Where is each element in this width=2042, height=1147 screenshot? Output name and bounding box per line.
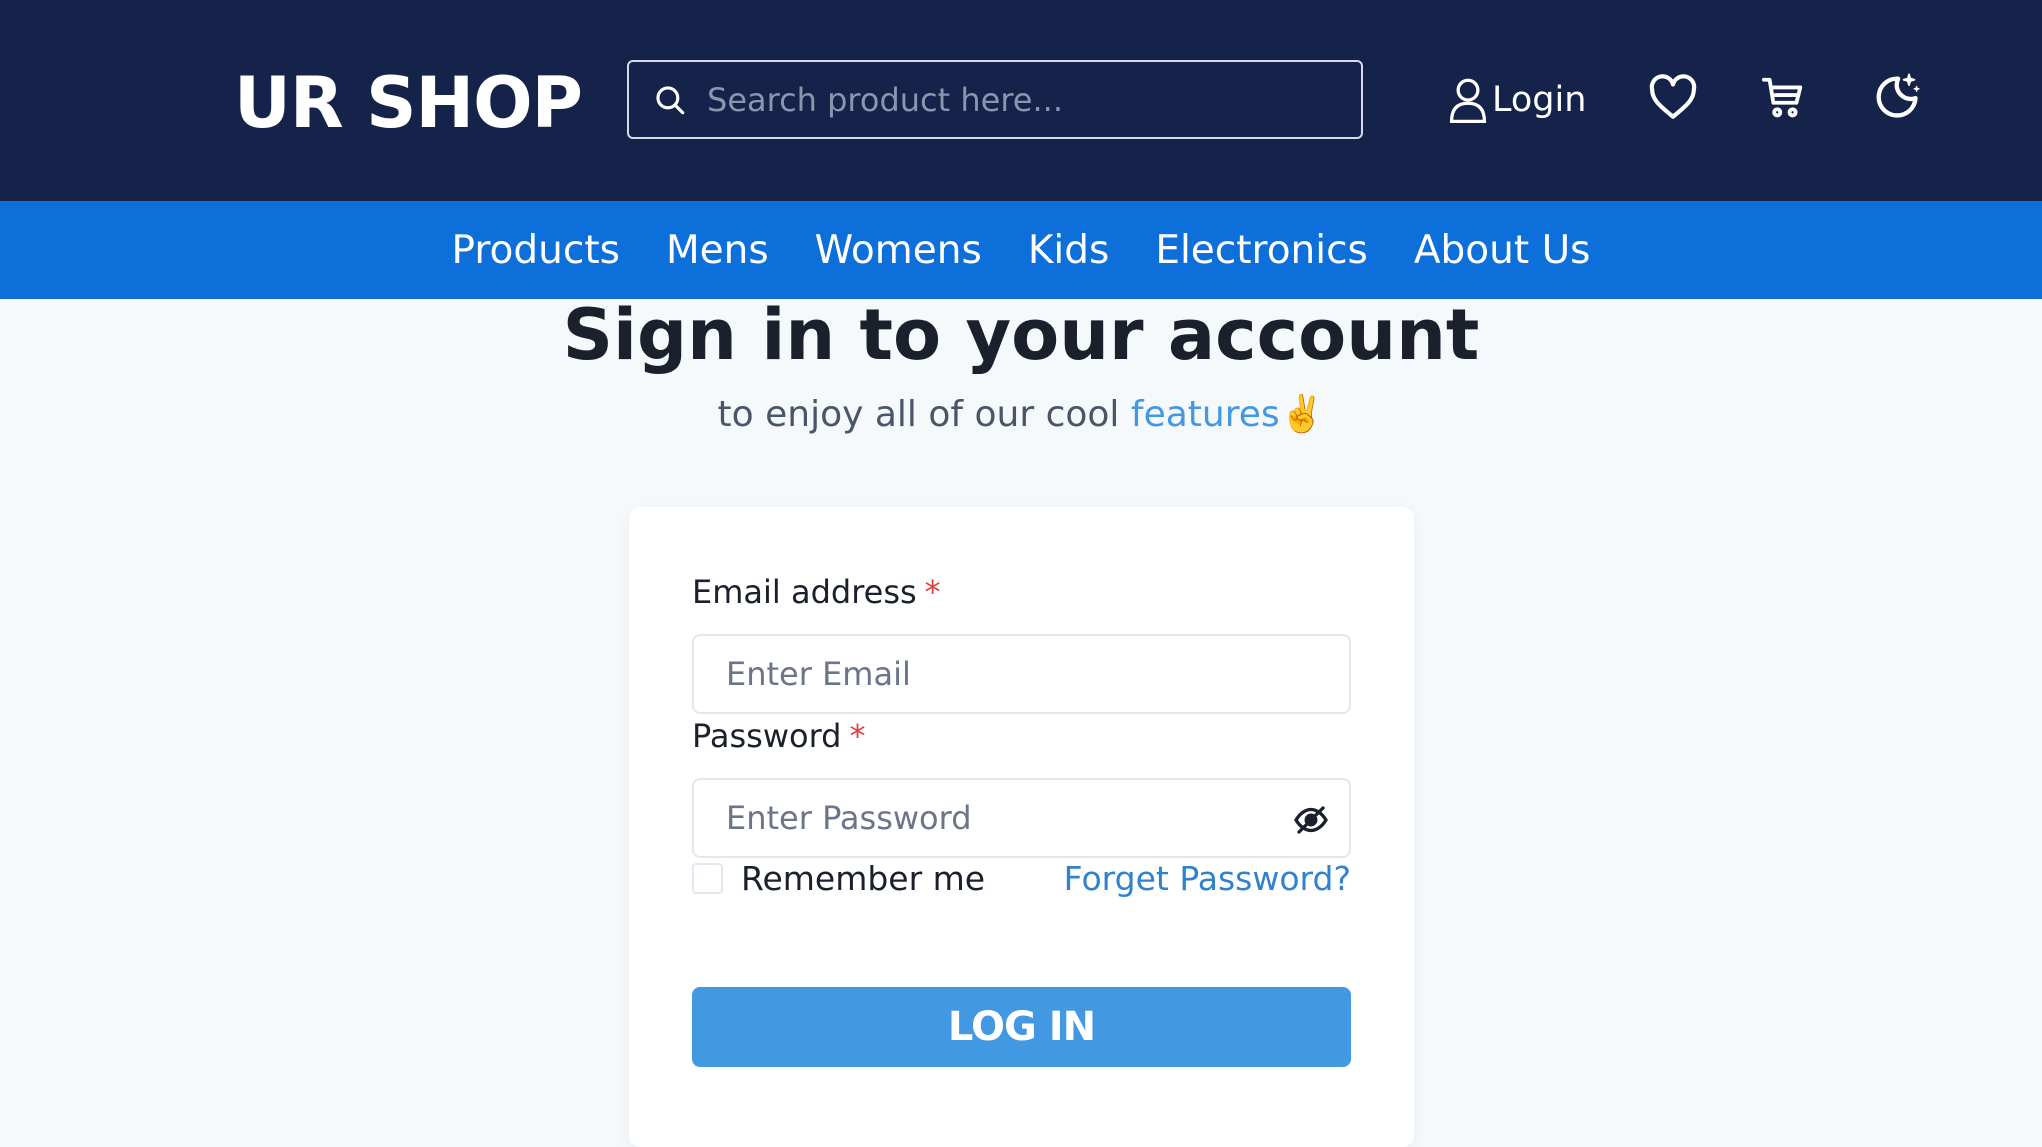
password-label-text: Password [692,717,842,755]
search-input[interactable] [707,69,1327,130]
cart-icon [1761,77,1803,118]
eye-slash-icon[interactable] [1293,802,1329,838]
cart-button[interactable] [1760,74,1806,120]
login-card: Email address* Password* Remember me For… [629,507,1414,1147]
email-input[interactable] [726,644,1286,704]
nav-item-about-us[interactable]: About Us [1414,228,1591,273]
page-subtitle: to enjoy all of our cool features✌️ [0,390,2042,440]
nav-item-products[interactable]: Products [452,228,620,273]
theme-toggle-button[interactable] [1870,70,1922,122]
heart-icon [1649,74,1697,119]
password-input[interactable] [726,788,1286,848]
required-mark: * [924,573,941,611]
moon-icon [1876,73,1920,118]
page-title: Sign in to your account [562,294,1480,376]
remember-me[interactable]: Remember me [692,859,985,898]
site-logo[interactable]: UR SHOP [234,58,583,148]
password-field-box [692,778,1351,858]
login-label: Login [1492,80,1587,120]
search-bar[interactable] [627,60,1363,139]
user-icon [1449,78,1487,123]
email-field-box [692,634,1351,714]
wishlist-button[interactable] [1648,74,1698,122]
nav-item-kids[interactable]: Kids [1028,228,1110,273]
nav-item-mens[interactable]: Mens [666,228,769,273]
search-icon [656,85,685,114]
remember-label: Remember me [741,859,986,898]
required-mark: * [849,717,866,755]
email-label-text: Email address [692,573,917,611]
login-submit-button[interactable]: LOG IN [692,987,1351,1067]
forgot-password-link[interactable]: Forget Password? [1064,859,1351,898]
subtitle-text: to enjoy all of our cool [717,394,1131,435]
top-header: UR SHOP Login [0,0,2042,201]
nav-item-womens[interactable]: Womens [815,228,982,273]
login-button[interactable]: Login [1448,74,1586,126]
password-label: Password * [692,717,865,755]
remember-checkbox[interactable] [692,863,723,894]
features-link[interactable]: features [1131,394,1280,435]
nav-item-electronics[interactable]: Electronics [1155,228,1368,273]
email-label: Email address * [692,573,941,611]
category-nav: Products Mens Womens Kids Electronics Ab… [0,201,2042,299]
fingers-crossed-icon: ✌️ [1279,394,1325,435]
